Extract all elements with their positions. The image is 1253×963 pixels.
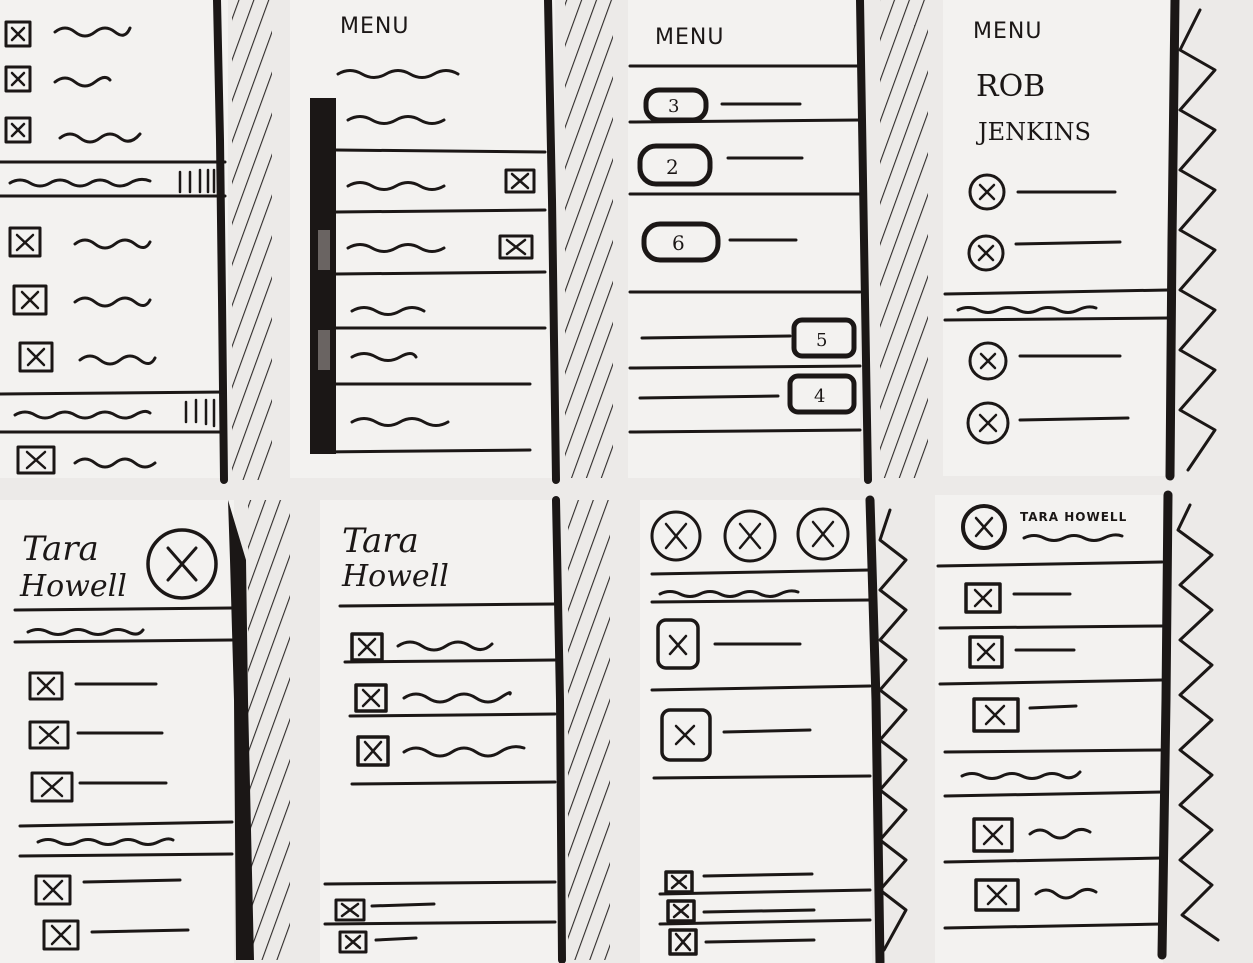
label-line: [1018, 416, 1130, 422]
divider: [938, 624, 1164, 630]
sketch-2: MENU: [290, 0, 613, 484]
label-line: [90, 928, 190, 934]
sketch-3: MENU 3 2 6 5 4: [628, 0, 928, 484]
user-last-name: JENKINS: [975, 118, 1091, 146]
divider: [348, 712, 557, 718]
svg-text:2: 2: [666, 155, 679, 179]
divider: [323, 920, 557, 926]
menu-title: MENU: [655, 25, 724, 50]
divider: [628, 118, 862, 124]
divider: [652, 774, 872, 780]
sketch-7: [640, 495, 908, 963]
svg-text:3: 3: [668, 96, 679, 117]
hatched-backdrop: [568, 500, 610, 960]
hatched-backdrop: [248, 500, 290, 960]
user-last-name: Howell: [341, 559, 449, 594]
divider: [18, 852, 234, 858]
user-first-name: ROB: [976, 69, 1045, 104]
zigzag-backdrop: [1178, 8, 1217, 472]
sketch-1: [0, 0, 272, 484]
sketch-6: Tara Howell: [320, 496, 610, 963]
zigzag-backdrop: [1176, 503, 1220, 942]
divider: [334, 148, 547, 154]
label-line: [702, 872, 814, 878]
divider: [334, 208, 547, 214]
svg-text:6: 6: [672, 231, 685, 255]
divider: [323, 880, 557, 886]
divider: [628, 364, 862, 370]
sketch-4: MENU ROB JENKINS: [943, 0, 1217, 481]
label-line: [638, 394, 780, 400]
screen-panel: [0, 0, 228, 478]
drawer-edge: [1165, 0, 1180, 481]
divider: [650, 598, 872, 604]
user-last-name: Howell: [19, 569, 127, 604]
menu-title: MENU: [973, 19, 1042, 44]
user-first-name: Tara: [22, 529, 99, 569]
divider: [943, 748, 1164, 754]
sketch-8: TARA HOWELL: [935, 490, 1220, 963]
divider: [338, 602, 557, 608]
drawer-edge: [856, 0, 872, 484]
divider: [0, 390, 227, 396]
menu-title: MENU: [340, 14, 409, 39]
drawer-edge: [1157, 490, 1173, 960]
hatched-backdrop: [232, 0, 272, 480]
divider: [943, 316, 1170, 322]
hatched-backdrop: [565, 0, 613, 478]
divider: [350, 780, 557, 786]
user-full-name: TARA HOWELL: [1020, 510, 1127, 524]
divider: [343, 658, 557, 664]
divider: [334, 270, 547, 276]
sketch-5: Tara Howell: [0, 500, 290, 963]
svg-text:4: 4: [814, 386, 825, 407]
hatched-backdrop: [880, 0, 928, 478]
divider: [628, 428, 862, 434]
divider: [13, 606, 234, 612]
user-first-name: Tara: [342, 521, 419, 561]
sketch-sheet: MENU MENU 3 2 6 5 4 MENU ROB JENKINS Tar…: [0, 0, 1253, 963]
zigzag-backdrop: [878, 508, 908, 952]
label-line: [722, 728, 812, 734]
label-line: [1028, 704, 1078, 710]
label-line: [704, 938, 816, 944]
label-line: [640, 334, 792, 340]
label-line: [702, 908, 816, 914]
divider: [13, 638, 234, 644]
label-line: [1014, 240, 1122, 246]
label-line: [82, 878, 182, 884]
label-line: [374, 936, 418, 942]
svg-text:5: 5: [816, 330, 827, 351]
wireframe-canvas: MENU MENU 3 2 6 5 4 MENU ROB JENKINS Tar…: [0, 0, 1220, 963]
label-line: [370, 902, 436, 908]
section-indicator-bar[interactable]: [310, 98, 336, 454]
divider: [318, 448, 532, 454]
